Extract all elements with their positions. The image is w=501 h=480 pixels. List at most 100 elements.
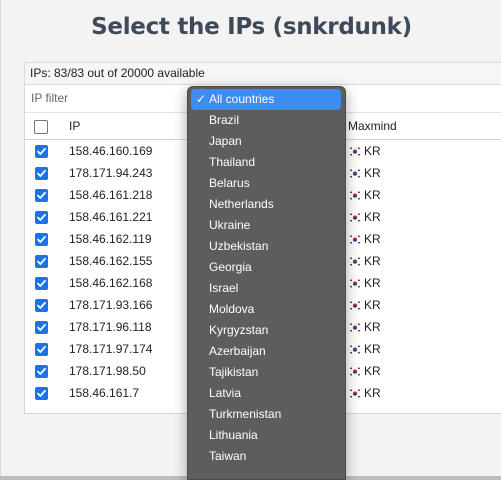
select-all-checkbox[interactable] [34, 120, 48, 134]
ip-address: 158.46.162.168 [69, 276, 153, 290]
ip-address: 158.46.161.218 [69, 188, 153, 202]
maxmind-country: KR [349, 298, 381, 312]
country-option[interactable]: Azerbaijan [188, 341, 345, 362]
country-code: KR [364, 386, 381, 400]
country-dropdown-menu[interactable]: ✓ All countries Brazil Japan Thailand Belarus… [187, 86, 346, 480]
country-option[interactable]: Belarus [188, 173, 345, 194]
ip-address: 158.46.162.119 [69, 232, 152, 246]
option-label: Japan [209, 134, 242, 148]
kr-flag-icon [349, 255, 361, 266]
country-code: KR [364, 276, 381, 290]
ip-select-dialog: Select the IPs (snkrdunk) IPs: 83/83 out… [0, 0, 501, 480]
checkmark-icon [37, 191, 46, 199]
checkmark-icon [37, 345, 46, 353]
maxmind-country: KR [349, 166, 381, 180]
ip-address: 178.171.94.243 [69, 166, 153, 180]
country-code: KR [364, 210, 381, 224]
country-option[interactable]: Thailand [188, 152, 345, 173]
country-option[interactable]: Moldova [188, 299, 345, 320]
maxmind-country: KR [349, 210, 381, 224]
option-label: Turkmenistan [209, 407, 282, 421]
country-option[interactable]: Kyrgyzstan [188, 320, 345, 341]
row-checkbox[interactable] [35, 145, 48, 158]
kr-flag-icon [349, 343, 361, 354]
ip-address: 158.46.161.7 [69, 386, 140, 400]
kr-flag-icon [349, 321, 361, 332]
column-header-ip[interactable]: IP [69, 119, 80, 133]
option-label: Moldova [209, 302, 255, 316]
option-label: Tajikistan [209, 365, 259, 379]
row-checkbox[interactable] [35, 211, 48, 224]
country-code: KR [364, 144, 381, 158]
row-checkbox[interactable] [35, 233, 48, 246]
option-label: Ukraine [209, 218, 251, 232]
option-label: Latvia [209, 386, 242, 400]
row-checkbox[interactable] [35, 365, 48, 378]
maxmind-country: KR [349, 386, 381, 400]
checkmark-icon [37, 279, 46, 287]
country-option[interactable]: Israel [188, 278, 345, 299]
kr-flag-icon [349, 387, 361, 398]
country-option[interactable]: Lithuania [188, 425, 345, 446]
row-checkbox[interactable] [35, 343, 48, 356]
option-label: All countries [209, 92, 275, 106]
maxmind-country: KR [349, 320, 381, 334]
country-option[interactable]: Brazil [188, 110, 345, 131]
ip-address: 178.171.93.166 [69, 298, 153, 312]
option-label: Thailand [209, 155, 256, 169]
ip-address: 178.171.97.174 [69, 342, 153, 356]
checkmark-icon [37, 367, 46, 375]
checkmark-icon [37, 257, 46, 265]
maxmind-country: KR [349, 188, 381, 202]
ip-filter-input[interactable] [29, 88, 193, 107]
row-checkbox[interactable] [35, 255, 48, 268]
option-label: Azerbaijan [209, 344, 266, 358]
country-option[interactable]: Tajikistan [188, 362, 345, 383]
country-option[interactable]: Latvia [188, 383, 345, 404]
row-checkbox[interactable] [35, 387, 48, 400]
dialog-title: Select the IPs (snkrdunk) [91, 14, 412, 40]
checkmark-icon [37, 301, 46, 309]
country-option[interactable]: ✓ All countries [191, 89, 341, 110]
kr-flag-icon [349, 145, 361, 156]
row-checkbox[interactable] [35, 299, 48, 312]
maxmind-country: KR [349, 254, 381, 268]
country-option[interactable]: Ukraine [188, 215, 345, 236]
maxmind-country: KR [349, 364, 381, 378]
option-label: Kyrgyzstan [209, 323, 269, 337]
maxmind-country: KR [349, 144, 381, 158]
checkmark-icon [37, 147, 46, 155]
maxmind-country: KR [349, 342, 381, 356]
kr-flag-icon [349, 211, 361, 222]
option-label: Netherlands [209, 197, 274, 211]
country-option[interactable]: Georgia [188, 257, 345, 278]
checkmark-icon [37, 389, 46, 397]
country-option[interactable]: Uzbekistan [188, 236, 345, 257]
country-code: KR [364, 254, 381, 268]
ip-address: 158.46.162.155 [69, 254, 153, 268]
country-option[interactable]: Turkmenistan [188, 404, 345, 425]
row-checkbox[interactable] [35, 189, 48, 202]
option-label: Brazil [209, 113, 240, 127]
kr-flag-icon [349, 365, 361, 376]
row-checkbox[interactable] [35, 321, 48, 334]
country-option[interactable]: Japan [188, 131, 345, 152]
checkmark-icon [37, 169, 46, 177]
country-option[interactable]: Taiwan [188, 446, 345, 467]
row-checkbox[interactable] [35, 277, 48, 290]
maxmind-country: KR [349, 232, 381, 246]
checkmark-icon [37, 235, 46, 243]
option-label: Taiwan [209, 449, 247, 463]
country-code: KR [364, 188, 381, 202]
column-header-maxmind[interactable]: Maxmind [348, 119, 397, 133]
option-label: Lithuania [209, 428, 258, 442]
maxmind-country: KR [349, 276, 381, 290]
country-code: KR [364, 342, 381, 356]
country-option[interactable]: Netherlands [188, 194, 345, 215]
availability-text: IPs: 83/83 out of 20000 available [25, 63, 501, 85]
country-code: KR [364, 320, 381, 334]
ip-address: 178.171.96.118 [69, 320, 152, 334]
row-checkbox[interactable] [35, 167, 48, 180]
kr-flag-icon [349, 277, 361, 288]
kr-flag-icon [349, 233, 361, 244]
